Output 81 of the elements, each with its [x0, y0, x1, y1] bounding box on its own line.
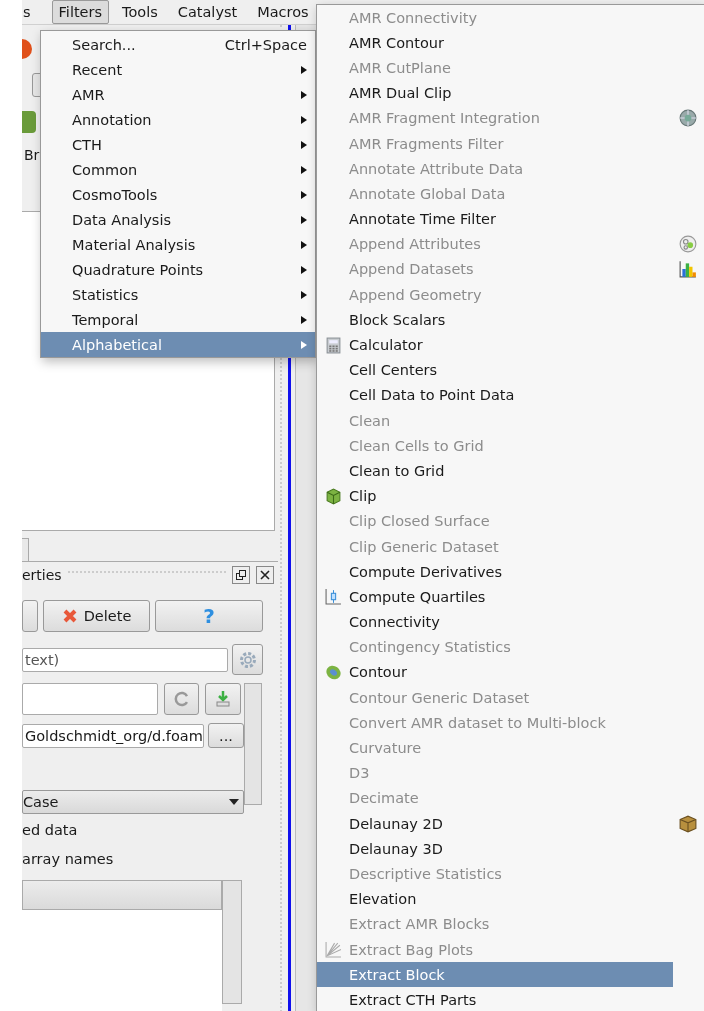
menu-item[interactable]: Annotate Time Filter [317, 206, 673, 232]
menu-item[interactable]: AMR Contour [317, 30, 673, 56]
submenu-arrow-icon [301, 164, 307, 175]
download-button[interactable] [205, 683, 241, 715]
reload-button[interactable] [164, 683, 199, 715]
menu-item[interactable]: Common [41, 157, 315, 182]
close-icon [61, 608, 78, 624]
circles-icon [679, 235, 697, 254]
menu-item[interactable]: Contour [317, 659, 673, 686]
submenu-arrow-icon [301, 314, 307, 325]
menu-bar-item[interactable]: s [22, 0, 38, 24]
menu-item[interactable]: Connectivity [317, 609, 673, 635]
menu-item[interactable]: Temporal [41, 307, 315, 332]
cube-icon [324, 487, 342, 505]
windows-icon [236, 570, 246, 580]
case-type-dropdown[interactable]: Case [22, 790, 244, 814]
menu-item[interactable]: Quadrature Points [41, 257, 315, 282]
globe-icon [679, 109, 697, 128]
menu-item[interactable]: Material Analysis [41, 232, 315, 257]
dropdown-arrow-icon [229, 799, 239, 805]
delete-button[interactable]: Delete [43, 600, 150, 632]
scrollbar[interactable] [222, 880, 242, 1004]
browse-button[interactable]: ... [208, 723, 244, 748]
menu-item[interactable]: Search... Ctrl+Space [41, 32, 315, 57]
menu-item[interactable]: AMR Dual Clip [317, 80, 673, 106]
menu-bar-item[interactable]: Filters [51, 0, 110, 24]
scrollbar[interactable] [244, 683, 262, 805]
menu-item[interactable]: Calculator [317, 332, 673, 358]
menu-item[interactable]: Cell Centers [317, 357, 673, 383]
menu-item[interactable]: CTH [41, 132, 315, 157]
search-field[interactable]: text) [22, 647, 228, 672]
option-label: ed data [22, 822, 79, 840]
submenu-arrow-icon [301, 214, 307, 225]
menu-item[interactable]: Recent [41, 57, 315, 82]
submenu-arrow-icon [301, 89, 307, 100]
submenu-arrow-icon [301, 64, 307, 75]
menu-item[interactable]: Delaunay 3D [317, 836, 673, 862]
fan-lines-icon [324, 941, 342, 959]
menu-item[interactable]: Extract CTH Parts [317, 987, 673, 1011]
calculator-icon [324, 336, 342, 354]
menu-item[interactable]: Elevation [317, 886, 673, 912]
float-button[interactable] [232, 566, 250, 584]
submenu-arrow-icon [301, 114, 307, 125]
submenu-arrow-icon [301, 264, 307, 275]
histogram-icon [679, 260, 697, 279]
menu-bar-item[interactable]: Tools [115, 0, 165, 24]
box-icon [679, 814, 697, 833]
download-icon [214, 690, 232, 708]
rounded-block-icon[interactable] [22, 111, 36, 133]
submenu-arrow-icon [301, 239, 307, 250]
panel-tab[interactable] [22, 538, 29, 561]
menu-bar-item[interactable]: Macros [250, 0, 316, 24]
gear-icon [237, 649, 258, 670]
text-field[interactable] [22, 683, 158, 715]
menu-item[interactable]: Clip [317, 483, 673, 509]
box-plot-icon [324, 588, 342, 606]
panel-title: erties [22, 567, 62, 583]
submenu-arrow-icon [301, 339, 307, 350]
menu-item[interactable]: Statistics [41, 282, 315, 307]
submenu-arrow-icon [301, 189, 307, 200]
menu-item[interactable]: Compute Quartiles [317, 584, 673, 610]
option-label: array names [22, 851, 115, 869]
menu-bar-item[interactable]: Catalyst [170, 0, 245, 24]
file-path-field[interactable]: Goldschmidt_org/d.foam [22, 723, 204, 748]
menu-item[interactable]: Delaunay 2D [317, 811, 673, 837]
close-icon [260, 570, 270, 580]
reload-icon [172, 690, 191, 708]
submenu-arrow-icon [301, 289, 307, 300]
menu-item[interactable]: Block Scalars [317, 307, 673, 333]
contour-icon [324, 663, 342, 681]
menu-item[interactable]: Cell Data to Point Data [317, 382, 673, 408]
menu-item[interactable]: Compute Derivatives [317, 559, 673, 585]
menu-item[interactable]: CosmoTools [41, 182, 315, 207]
menu-item[interactable]: Annotation [41, 107, 315, 132]
settings-button[interactable] [232, 644, 263, 675]
close-button[interactable] [256, 566, 274, 584]
menu-item[interactable]: Data Analysis [41, 207, 315, 232]
menu-item[interactable]: Clean to Grid [317, 458, 673, 484]
menu-item[interactable]: AMR [41, 82, 315, 107]
apply-button[interactable] [22, 600, 38, 632]
submenu-arrow-icon [301, 139, 307, 150]
